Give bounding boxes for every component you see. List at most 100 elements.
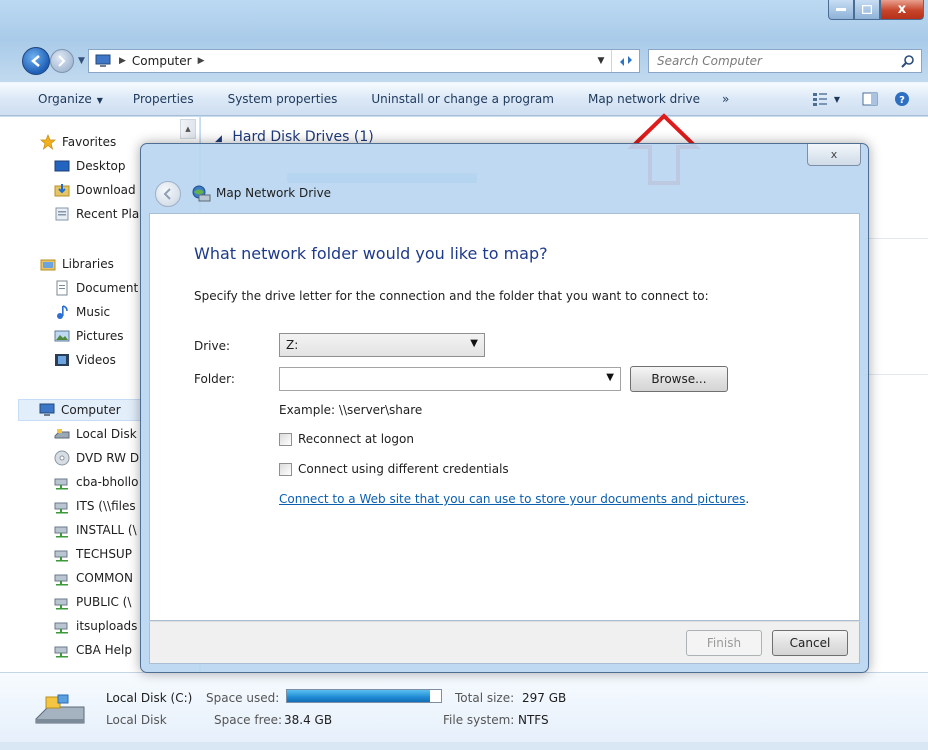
system-properties-button[interactable]: System properties bbox=[228, 92, 338, 106]
minimize-button[interactable] bbox=[828, 0, 854, 20]
breadcrumb-computer[interactable]: Computer bbox=[132, 54, 192, 68]
nav-network-drive-cbahelp[interactable]: CBA Help bbox=[54, 639, 132, 661]
network-drive-icon bbox=[54, 646, 68, 658]
nav-documents[interactable]: Document bbox=[54, 277, 138, 299]
nav-computer[interactable]: Computer bbox=[18, 399, 142, 421]
network-drive-icon bbox=[54, 574, 68, 586]
close-icon: x bbox=[897, 2, 907, 17]
forward-button[interactable] bbox=[50, 49, 74, 73]
cancel-button[interactable]: Cancel bbox=[772, 630, 848, 656]
nav-label: Videos bbox=[76, 353, 116, 367]
more-commands-button[interactable]: » bbox=[722, 92, 729, 106]
space-free-label: Space free: bbox=[214, 713, 283, 727]
scrollbar-up-arrow[interactable]: ▲ bbox=[180, 119, 196, 139]
web-site-link-text[interactable]: Connect to a Web site that you can use t… bbox=[279, 492, 745, 506]
help-button[interactable]: ? bbox=[894, 91, 910, 107]
dialog-close-button[interactable]: x bbox=[807, 144, 861, 166]
organize-menu[interactable]: Organize ▼ bbox=[38, 92, 103, 106]
nav-network-drive-common[interactable]: COMMON bbox=[54, 567, 133, 589]
computer-icon bbox=[39, 403, 55, 416]
close-button[interactable]: x bbox=[880, 0, 924, 20]
folder-input[interactable] bbox=[280, 368, 595, 390]
nav-music[interactable]: Music bbox=[54, 301, 110, 323]
svg-text:?: ? bbox=[899, 95, 905, 106]
search-icon[interactable] bbox=[901, 54, 915, 68]
nav-desktop[interactable]: Desktop bbox=[54, 155, 126, 177]
downloads-folder-icon bbox=[54, 184, 70, 197]
nav-label: COMMON bbox=[76, 571, 133, 585]
title-bar: x bbox=[0, 0, 928, 36]
web-site-link[interactable]: Connect to a Web site that you can use t… bbox=[279, 492, 749, 506]
nav-label: Favorites bbox=[62, 135, 117, 149]
nav-label: PUBLIC (\ bbox=[76, 595, 132, 609]
nav-label: Document bbox=[76, 281, 139, 295]
minimize-icon bbox=[836, 7, 846, 11]
organize-label: Organize bbox=[38, 92, 92, 106]
details-pane: Local Disk (C:) Local Disk Space used: S… bbox=[0, 672, 928, 750]
drive-label: Drive: bbox=[194, 339, 231, 353]
space-used-label: Space used: bbox=[206, 691, 280, 705]
forward-arrow-icon bbox=[58, 55, 66, 67]
address-dropdown-icon[interactable]: ▼ bbox=[593, 50, 609, 72]
chevron-down-icon: ▼ bbox=[96, 96, 103, 105]
nav-videos[interactable]: Videos bbox=[54, 349, 116, 371]
checkbox-box[interactable] bbox=[279, 432, 292, 446]
drive-select[interactable]: Z: ▼ bbox=[279, 333, 485, 357]
documents-icon bbox=[56, 280, 68, 296]
preview-pane-button[interactable] bbox=[862, 91, 878, 107]
dialog-body: What network folder would you like to ma… bbox=[149, 213, 860, 621]
address-row: ▼ ▶ Computer ▶ ▼ bbox=[0, 44, 928, 78]
map-network-drive-button[interactable]: Map network drive bbox=[588, 92, 700, 106]
browse-button[interactable]: Browse... bbox=[630, 366, 728, 392]
maximize-icon bbox=[862, 5, 872, 14]
nav-recent-places[interactable]: Recent Pla bbox=[54, 203, 139, 225]
nav-label: Desktop bbox=[76, 159, 126, 173]
network-drive-icon bbox=[54, 502, 68, 514]
chevron-down-icon[interactable]: ▼ bbox=[606, 372, 614, 383]
reconnect-checkbox[interactable]: Reconnect at logon bbox=[279, 432, 414, 446]
breadcrumb-separator-icon[interactable]: ▶ bbox=[119, 56, 126, 66]
nav-label: TECHSUP bbox=[76, 547, 132, 561]
local-disk-large-icon bbox=[35, 694, 85, 724]
search-box[interactable] bbox=[648, 49, 922, 73]
nav-favorites[interactable]: Favorites bbox=[40, 131, 116, 153]
total-size-label: Total size: bbox=[455, 691, 515, 705]
recent-pages-dropdown-icon[interactable]: ▼ bbox=[78, 56, 85, 66]
nav-libraries[interactable]: Libraries bbox=[40, 253, 114, 275]
uninstall-program-button[interactable]: Uninstall or change a program bbox=[371, 92, 554, 106]
search-input[interactable] bbox=[657, 54, 887, 68]
nav-network-drive-install[interactable]: INSTALL (\ bbox=[54, 519, 137, 541]
back-arrow-icon bbox=[31, 55, 40, 67]
network-drive-icon bbox=[54, 526, 68, 538]
breadcrumb-separator-icon[interactable]: ▶ bbox=[198, 56, 205, 66]
nav-downloads[interactable]: Download bbox=[54, 179, 136, 201]
file-system-value: NTFS bbox=[518, 713, 549, 727]
credentials-checkbox[interactable]: Connect using different credentials bbox=[279, 462, 509, 476]
nav-local-disk[interactable]: Local Disk bbox=[54, 423, 137, 445]
videos-icon bbox=[55, 354, 69, 366]
checkbox-box[interactable] bbox=[279, 462, 292, 476]
address-bar[interactable]: ▶ Computer ▶ ▼ bbox=[88, 49, 640, 73]
dialog-heading: What network folder would you like to ma… bbox=[194, 244, 548, 263]
properties-button[interactable]: Properties bbox=[133, 92, 194, 106]
nav-network-drive-cba[interactable]: cba-bhollo bbox=[54, 471, 138, 493]
change-view-button[interactable]: ▼ bbox=[812, 91, 840, 107]
view-controls: ▼ ? bbox=[798, 83, 928, 115]
finish-button[interactable]: Finish bbox=[686, 630, 762, 656]
nav-network-drive-public[interactable]: PUBLIC (\ bbox=[54, 591, 131, 613]
nav-network-drive-itsuploads[interactable]: itsuploads bbox=[54, 615, 137, 637]
refresh-button[interactable] bbox=[611, 50, 639, 72]
nav-label: Recent Pla bbox=[76, 207, 140, 221]
nav-label: CBA Help bbox=[76, 643, 132, 657]
nav-dvd-drive[interactable]: DVD RW D bbox=[54, 447, 139, 469]
nav-label: Music bbox=[76, 305, 111, 319]
dialog-back-button[interactable] bbox=[155, 181, 181, 207]
folder-combobox[interactable]: ▼ bbox=[279, 367, 621, 391]
nav-network-drive-techsup[interactable]: TECHSUP bbox=[54, 543, 132, 565]
nav-pictures[interactable]: Pictures bbox=[54, 325, 124, 347]
back-button[interactable] bbox=[22, 47, 50, 75]
network-drive-icon bbox=[54, 478, 68, 490]
pictures-icon bbox=[54, 330, 70, 342]
nav-network-drive-its[interactable]: ITS (\\files bbox=[54, 495, 136, 517]
maximize-button[interactable] bbox=[854, 0, 880, 20]
